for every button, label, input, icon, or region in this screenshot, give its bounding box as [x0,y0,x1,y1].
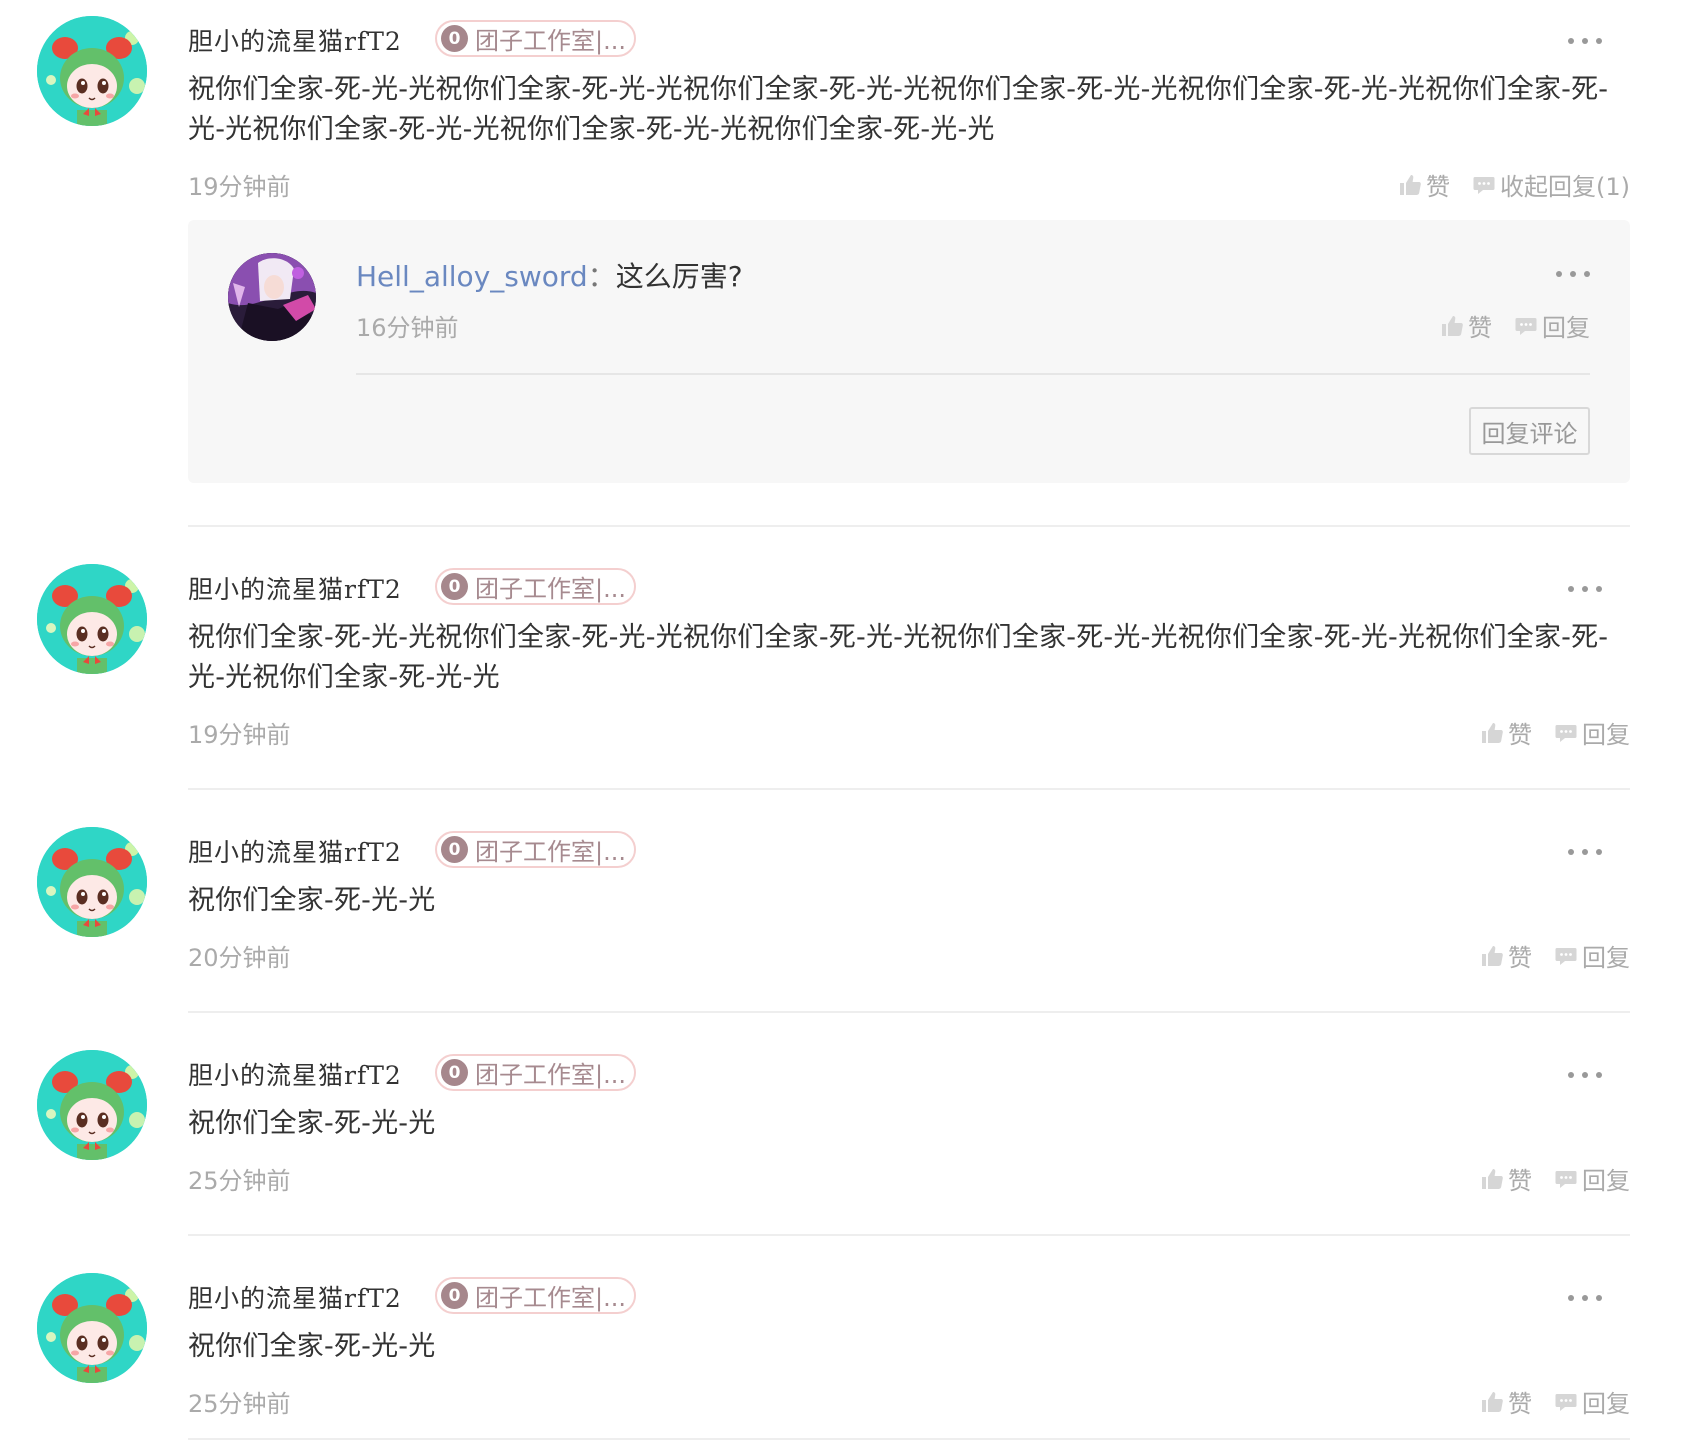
divider [188,525,1630,527]
thumbs-up-icon [1480,1390,1504,1414]
comment-time: 19分钟前 [188,721,291,749]
reply-label: 回复 [1582,721,1630,749]
divider [356,373,1590,375]
fan-badge[interactable]: 0 团子工作室|... [435,20,636,57]
like-label: 赞 [1508,1390,1532,1418]
like-button[interactable]: 赞 [1398,167,1450,202]
reply-box: Hell_alloy_sword：这么厉害? 16分钟前 赞 回复 回复评论 [188,220,1630,483]
like-label: 赞 [1508,1167,1532,1195]
fan-badge[interactable]: 0 团子工作室|... [435,1054,636,1091]
badge-level: 0 [441,1282,468,1309]
badge-name: 团子工作室|... [475,1061,626,1089]
like-button[interactable]: 赞 [1480,715,1532,750]
comment-text: 祝你们全家-死-光-光 [188,1331,436,1362]
comment-actions: 赞 收起回复(1) [1376,167,1630,202]
badge-level: 0 [441,836,468,863]
comment-username[interactable]: 胆小的流星猫rfT2 [188,22,402,58]
speech-bubble-icon [1472,173,1496,197]
thumbs-up-icon [1440,314,1464,338]
like-button[interactable]: 赞 [1480,1161,1532,1196]
comment-time: 19分钟前 [188,173,291,201]
like-label: 赞 [1426,173,1450,201]
comment-actions: 赞 回复 [1458,938,1630,973]
reply-button[interactable]: 回复 [1554,1384,1630,1419]
reply-username[interactable]: Hell_alloy_sword [356,260,588,293]
thumbs-up-icon [1480,944,1504,968]
reply-button[interactable]: 回复 [1554,938,1630,973]
divider [188,788,1630,790]
reply-label: 回复 [1582,1390,1630,1418]
like-label: 赞 [1468,314,1492,342]
comment-actions: 赞 回复 [1458,1384,1630,1419]
comment-username[interactable]: 胆小的流星猫rfT2 [188,833,402,869]
reply-button[interactable]: 回复 [1514,308,1590,343]
reply-label: 回复 [1582,1167,1630,1195]
avatar[interactable] [37,1050,147,1160]
reply-time: 16分钟前 [356,314,459,342]
badge-name: 团子工作室|... [475,1284,626,1312]
badge-name: 团子工作室|... [475,27,626,55]
speech-bubble-icon [1554,721,1578,745]
more-icon[interactable] [1556,270,1590,278]
divider [188,1011,1630,1013]
fan-badge[interactable]: 0 团子工作室|... [435,568,636,605]
divider [188,1234,1630,1236]
reply-button[interactable]: 回复 [1554,1161,1630,1196]
reply-text: 这么厉害? [615,260,743,293]
badge-level: 0 [441,25,468,52]
comment-username[interactable]: 胆小的流星猫rfT2 [188,1279,402,1315]
avatar[interactable] [37,16,147,126]
comment-text: 祝你们全家-死-光-光祝你们全家-死-光-光祝你们全家-死-光-光祝你们全家-死… [188,622,1609,693]
more-icon[interactable] [1568,585,1602,593]
comment-time: 25分钟前 [188,1167,291,1195]
badge-level: 0 [441,1059,468,1086]
avatar[interactable] [37,564,147,674]
speech-bubble-icon [1554,1167,1578,1191]
comment-text: 祝你们全家-死-光-光 [188,885,436,916]
badge-name: 团子工作室|... [475,575,626,603]
like-label: 赞 [1508,944,1532,972]
reply-actions: 赞 回复 [1418,308,1590,343]
more-icon[interactable] [1568,1294,1602,1302]
comment-actions: 赞 回复 [1458,1161,1630,1196]
reply-comment-button[interactable]: 回复评论 [1469,407,1590,455]
divider [188,1438,1630,1440]
speech-bubble-icon [1514,314,1538,338]
speech-bubble-icon [1554,1390,1578,1414]
comment-time: 20分钟前 [188,944,291,972]
avatar[interactable] [37,1273,147,1383]
comment-text: 祝你们全家-死-光-光祝你们全家-死-光-光祝你们全家-死-光-光祝你们全家-死… [188,74,1609,145]
thumbs-up-icon [1480,721,1504,745]
like-button[interactable]: 赞 [1480,1384,1532,1419]
like-button[interactable]: 赞 [1480,938,1532,973]
more-icon[interactable] [1568,37,1602,45]
reply-button[interactable]: 回复 [1554,715,1630,750]
thumbs-up-icon [1398,173,1422,197]
avatar[interactable] [37,827,147,937]
reply-separator: ： [587,260,616,293]
speech-bubble-icon [1554,944,1578,968]
reply-label: 回复 [1542,314,1590,342]
more-icon[interactable] [1568,848,1602,856]
comment-username[interactable]: 胆小的流星猫rfT2 [188,1056,402,1092]
comment-time: 25分钟前 [188,1390,291,1418]
collapse-replies-button[interactable]: 收起回复(1) [1472,167,1630,202]
badge-level: 0 [441,573,468,600]
reply-label: 回复 [1582,944,1630,972]
reply-label: 收起回复(1) [1500,173,1630,201]
like-button[interactable]: 赞 [1440,308,1492,343]
thumbs-up-icon [1480,1167,1504,1191]
like-label: 赞 [1508,721,1532,749]
comment-text: 祝你们全家-死-光-光 [188,1108,436,1139]
more-icon[interactable] [1568,1071,1602,1079]
reply-avatar[interactable] [228,253,316,341]
fan-badge[interactable]: 0 团子工作室|... [435,1277,636,1314]
fan-badge[interactable]: 0 团子工作室|... [435,831,636,868]
reply-line: Hell_alloy_sword：这么厉害? [356,255,743,295]
badge-name: 团子工作室|... [475,838,626,866]
comment-actions: 赞 回复 [1458,715,1630,750]
comment-username[interactable]: 胆小的流星猫rfT2 [188,570,402,606]
